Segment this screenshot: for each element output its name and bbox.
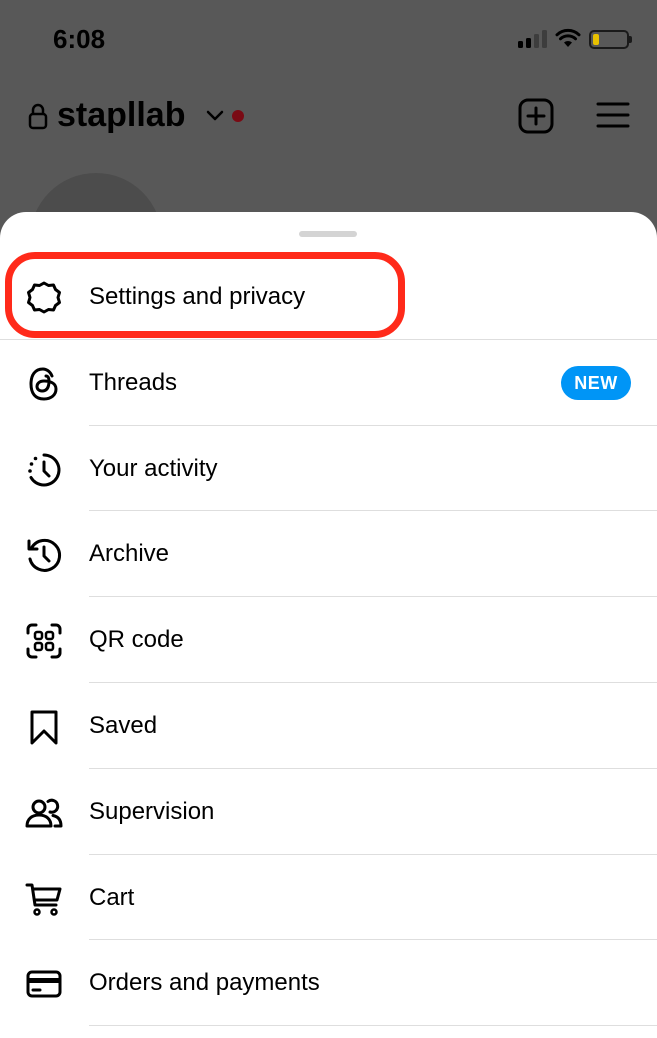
menu-item-orders-and-payments[interactable]: Orders and payments bbox=[0, 940, 657, 1027]
menu-item-label: Supervision bbox=[89, 797, 215, 825]
menu-item-threads[interactable]: Threads NEW bbox=[0, 340, 657, 426]
qr-code-icon bbox=[26, 623, 62, 659]
menu-item-label: Saved bbox=[89, 711, 158, 739]
bookmark-icon bbox=[30, 710, 58, 745]
menu-item-label: Archive bbox=[89, 540, 170, 568]
sheet-grabber[interactable] bbox=[299, 231, 357, 237]
account-username[interactable]: stapllab bbox=[57, 96, 185, 135]
menu-item-label: Your activity bbox=[89, 454, 218, 482]
battery-icon bbox=[589, 30, 632, 49]
status-bar: 6:08 bbox=[0, 0, 657, 80]
menu-item-label: Orders and payments bbox=[89, 969, 320, 997]
supervision-people-icon bbox=[25, 798, 63, 828]
cellular-signal-icon bbox=[518, 30, 548, 48]
threads-icon bbox=[29, 367, 58, 401]
menu-item-label: QR code bbox=[89, 626, 184, 654]
activity-clock-icon bbox=[28, 453, 61, 487]
menu-item-settings-and-privacy[interactable]: Settings and privacy bbox=[0, 254, 657, 340]
menu-item-label: Cart bbox=[89, 883, 135, 911]
status-time: 6:08 bbox=[53, 24, 106, 54]
new-badge: NEW bbox=[561, 365, 631, 400]
options-menu: Settings and privacy Threads NEW Your ac… bbox=[0, 254, 657, 1027]
card-icon bbox=[26, 970, 62, 998]
wifi-icon bbox=[555, 28, 581, 47]
create-post-icon[interactable] bbox=[518, 98, 554, 134]
hamburger-menu-icon[interactable] bbox=[596, 100, 630, 130]
menu-item-label: Settings and privacy bbox=[89, 283, 306, 310]
divider bbox=[89, 1025, 657, 1027]
battery-level bbox=[593, 34, 599, 45]
gear-icon bbox=[27, 281, 61, 314]
options-bottom-sheet: Settings and privacy Threads NEW Your ac… bbox=[0, 212, 657, 1038]
profile-header: stapllab bbox=[0, 90, 657, 144]
menu-item-archive[interactable]: Archive bbox=[0, 511, 657, 598]
menu-item-cart[interactable]: Cart bbox=[0, 855, 657, 941]
cart-icon bbox=[25, 883, 62, 916]
menu-item-label: Threads bbox=[89, 368, 178, 396]
menu-item-qr-code[interactable]: QR code bbox=[0, 597, 657, 683]
notification-dot bbox=[232, 110, 244, 122]
archive-history-icon bbox=[27, 539, 62, 573]
menu-item-your-activity[interactable]: Your activity bbox=[0, 426, 657, 512]
menu-item-saved[interactable]: Saved bbox=[0, 683, 657, 769]
menu-item-supervision[interactable]: Supervision bbox=[0, 769, 657, 855]
lock-icon bbox=[28, 103, 48, 130]
chevron-down-icon[interactable] bbox=[206, 108, 224, 122]
